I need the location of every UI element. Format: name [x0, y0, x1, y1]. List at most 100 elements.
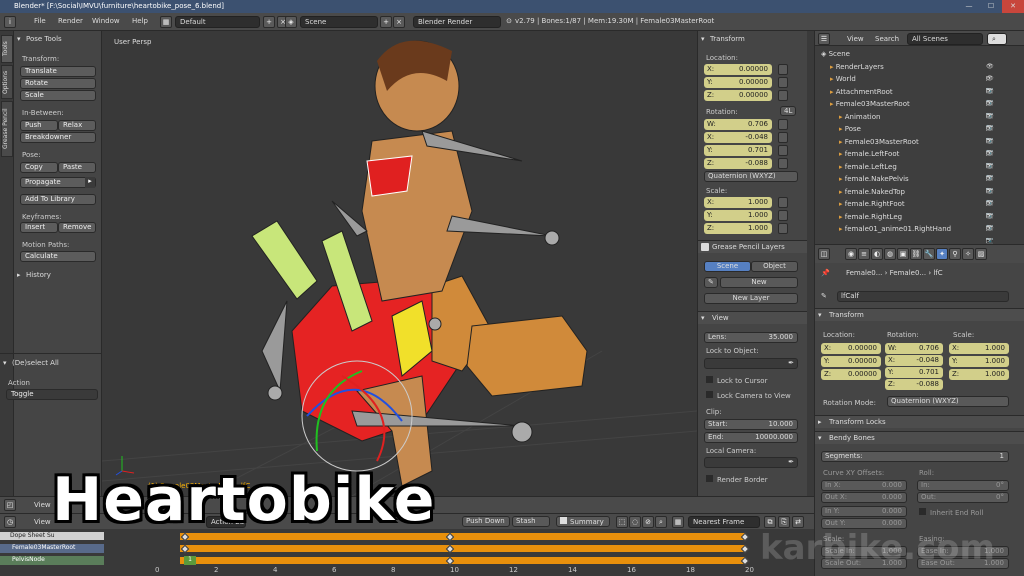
bone-tab-icon[interactable]: ✦ — [936, 248, 948, 260]
clip-end-field[interactable]: End: 10000.000 — [704, 432, 798, 443]
bone-location-1-field[interactable]: Y: 0.00000 — [821, 356, 881, 367]
snap-mode-select[interactable]: Nearest Frame — [688, 516, 760, 528]
auto-snap-icon[interactable]: ▦ — [672, 516, 684, 528]
outliner-editor-icon[interactable]: ☰ — [818, 33, 830, 45]
outliner-search-menu[interactable]: Search — [875, 35, 899, 43]
bone-rotation-3-field[interactable]: Z: -0.088 — [885, 379, 943, 390]
flip-keys-icon[interactable]: ⇄ — [792, 516, 804, 528]
checkbox-icon[interactable] — [706, 475, 713, 482]
gp-checkbox[interactable] — [701, 243, 709, 251]
channel-pelvis[interactable]: PelvisNode — [0, 556, 104, 565]
segments-field[interactable]: Segments: 1 — [821, 451, 1009, 462]
transform-panel-header[interactable]: ▾ Transform — [698, 33, 745, 45]
operator-header[interactable]: ▾ (De)select All — [0, 357, 102, 369]
pin-icon[interactable]: 📌 — [821, 269, 830, 277]
summary-toggle[interactable]: Summary — [556, 516, 610, 527]
push-down-button[interactable]: Push Down — [462, 516, 510, 527]
close-icon[interactable]: ✕ — [1002, 0, 1024, 13]
render-border-checkbox[interactable]: Render Border — [706, 475, 768, 484]
history-header[interactable]: ▸ History — [14, 269, 51, 281]
filter-icon[interactable]: ⊘ — [642, 516, 654, 528]
outliner-item[interactable]: ◈ Scene — [821, 48, 850, 60]
texture-tab-icon[interactable]: ▨ — [975, 248, 987, 260]
lock-icon[interactable] — [778, 132, 788, 143]
3d-viewport[interactable]: User Persp (1) Female03MasterRoot: lfC — [102, 31, 697, 496]
outliner-view-menu[interactable]: View — [847, 35, 864, 43]
in-y-field[interactable]: In Y: 0.000 — [821, 506, 907, 517]
calculate-button[interactable]: Calculate — [20, 251, 96, 262]
lock-icon[interactable] — [778, 197, 788, 208]
render-tab-icon[interactable]: ◉ — [845, 248, 857, 260]
outliner-item[interactable]: ▸ Pose 👁 ▷ 📷 — [839, 123, 994, 156]
push-button[interactable]: Push — [20, 120, 58, 131]
layers-tab-icon[interactable]: ≡ — [858, 248, 870, 260]
gp-new-button[interactable]: New — [720, 277, 798, 288]
rotation-lock-4l[interactable]: 4L — [780, 106, 796, 116]
editor-type-icon[interactable]: i — [4, 16, 16, 28]
bone-name-field[interactable]: lfCalf — [837, 291, 1009, 302]
maximize-icon[interactable]: ☐ — [980, 0, 1002, 13]
location-1-field[interactable]: Y: 0.00000 — [704, 77, 772, 88]
add-to-library-button[interactable]: Add To Library — [20, 194, 96, 205]
object-tab-icon[interactable]: ▣ — [897, 248, 909, 260]
scale-1-field[interactable]: Y: 1.000 — [704, 210, 772, 221]
outliner-item[interactable]: ▸ AttachmentRoot 👁 ▷ 📷 — [830, 86, 994, 119]
location-0-field[interactable]: X: 0.00000 — [704, 64, 772, 75]
bendy-bones-header[interactable]: ▾ Bendy Bones — [815, 431, 1024, 444]
checkbox-icon[interactable] — [919, 508, 926, 515]
action-select[interactable]: Toggle — [6, 389, 98, 400]
inherit-end-roll-checkbox[interactable]: Inherit End Roll — [919, 508, 983, 517]
rotation-0-field[interactable]: W: 0.706 — [704, 119, 772, 130]
scale-button[interactable]: Scale — [20, 90, 96, 101]
local-camera-field[interactable]: ✒ — [704, 457, 798, 468]
breakdowner-button[interactable]: Breakdowner — [20, 132, 96, 143]
transform-locks-header[interactable]: ▸ Transform Locks — [815, 415, 1024, 428]
outliner-item[interactable]: ▸ World 👁 ▷ 📷 — [830, 73, 994, 106]
bone-rotation-mode-select[interactable]: Quaternion (WXYZ) — [887, 396, 1009, 407]
lock-object-field[interactable]: ✒ — [704, 358, 798, 369]
checkbox-icon[interactable] — [706, 376, 713, 383]
bone-scale-1-field[interactable]: Y: 1.000 — [949, 356, 1009, 367]
translate-button[interactable]: Translate — [20, 66, 96, 77]
viewport-editor-icon[interactable]: ◰ — [4, 499, 16, 511]
data-tab-icon[interactable]: ✧ — [962, 248, 974, 260]
lock-icon[interactable] — [778, 158, 788, 169]
out-x-field[interactable]: Out X: 0.000 — [821, 492, 907, 503]
lock-icon[interactable] — [778, 223, 788, 234]
stash-button[interactable]: Stash — [512, 516, 550, 527]
outliner-item[interactable]: ▸ female.RightFoot 👁 ▷ 📷 — [839, 198, 994, 231]
viewport-view-menu[interactable]: View — [34, 501, 51, 509]
scene-add-icon[interactable]: + — [380, 16, 392, 28]
insert-keyframe-button[interactable]: Insert — [20, 222, 58, 233]
bone-rotation-0-field[interactable]: W: 0.706 — [885, 343, 943, 354]
layout-select[interactable]: Default — [175, 16, 260, 28]
world-tab-icon[interactable]: ◍ — [884, 248, 896, 260]
eyedropper-icon[interactable]: ✒ — [788, 458, 794, 467]
menu-window[interactable]: Window — [92, 17, 120, 25]
outliner-item[interactable]: ▸ Animation 👁 ▷ 📷 — [839, 111, 994, 144]
copy-pose-button[interactable]: Copy — [20, 162, 58, 173]
bone-constraints-tab-icon[interactable]: ⚲ — [949, 248, 961, 260]
modifiers-tab-icon[interactable]: 🔧 — [923, 248, 935, 260]
outliner-filter-select[interactable]: All Scenes — [907, 33, 983, 45]
outliner-item[interactable]: ▸ female.NakedTop 👁 ▷ 📷 — [839, 186, 994, 219]
dopesheet-view-menu[interactable]: View — [34, 518, 51, 526]
menu-render[interactable]: Render — [58, 17, 83, 25]
scene-remove-icon[interactable]: × — [393, 16, 405, 28]
lock-cursor-checkbox[interactable]: Lock to Cursor — [706, 376, 767, 385]
lock-camera-checkbox[interactable]: Lock Camera to View — [706, 391, 791, 400]
scale-0-field[interactable]: X: 1.000 — [704, 197, 772, 208]
paste-pose-button[interactable]: Paste — [58, 162, 96, 173]
checkbox-icon[interactable] — [706, 391, 713, 398]
checkbox-icon[interactable] — [560, 517, 567, 524]
outliner-item[interactable]: ▸ female.RightLeg 👁 ▷ 📷 — [839, 211, 994, 244]
remove-keyframe-button[interactable]: Remove — [58, 222, 96, 233]
lens-field[interactable]: Lens: 35.000 — [704, 332, 798, 343]
bone-scale-0-field[interactable]: X: 1.000 — [949, 343, 1009, 354]
tab-grease-pencil[interactable]: Grease Pencil — [1, 101, 13, 157]
bone-rotation-2-field[interactable]: Y: 0.701 — [885, 367, 943, 378]
scene-tab-icon[interactable]: ◐ — [871, 248, 883, 260]
outliner-item[interactable]: ▸ female01_anime01.RightHand👁 ▷ 📷 — [839, 223, 994, 256]
scene-select[interactable]: Scene — [300, 16, 378, 28]
paste-keys-icon[interactable]: ⎘ — [778, 516, 790, 528]
